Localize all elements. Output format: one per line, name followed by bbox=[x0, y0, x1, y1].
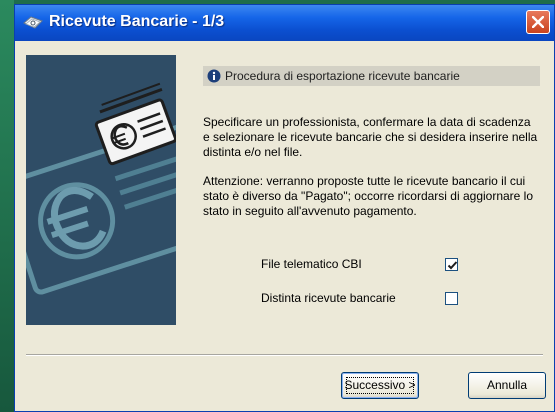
cancel-button[interactable]: Annulla bbox=[468, 372, 546, 399]
info-icon bbox=[207, 69, 221, 83]
cbi-file-checkbox[interactable] bbox=[445, 258, 458, 271]
close-button[interactable] bbox=[526, 10, 550, 34]
window-title: Ricevute Bancarie - 1/3 bbox=[49, 13, 225, 30]
procedure-header: Procedura di esportazione ricevute banca… bbox=[203, 66, 540, 86]
distinta-checkbox[interactable] bbox=[445, 292, 458, 305]
title-bar[interactable]: Ricevute Bancarie - 1/3 bbox=[15, 5, 554, 41]
warning-text: Attenzione: verranno proposte tutte le r… bbox=[203, 174, 534, 218]
cbi-file-label: File telematico CBI bbox=[261, 257, 362, 271]
procedure-header-text: Procedura di esportazione ricevute banca… bbox=[225, 69, 460, 83]
cancel-button-label: Annulla bbox=[486, 378, 528, 392]
desktop-background bbox=[0, 0, 14, 412]
next-button[interactable]: Successivo > bbox=[341, 372, 419, 399]
wizard-window: Ricevute Bancarie - 1/3 Procedura di esp… bbox=[14, 4, 555, 412]
instructions-text: Specificare un professionista, confermar… bbox=[203, 115, 538, 159]
euro-banner-icon bbox=[26, 55, 176, 325]
close-icon bbox=[532, 16, 544, 28]
checkmark-icon bbox=[447, 261, 458, 270]
distinta-label: Distinta ricevute bancarie bbox=[261, 291, 396, 305]
wizard-side-image bbox=[26, 55, 176, 325]
focus-rect bbox=[346, 377, 414, 394]
money-icon bbox=[22, 14, 44, 32]
separator bbox=[26, 354, 543, 356]
